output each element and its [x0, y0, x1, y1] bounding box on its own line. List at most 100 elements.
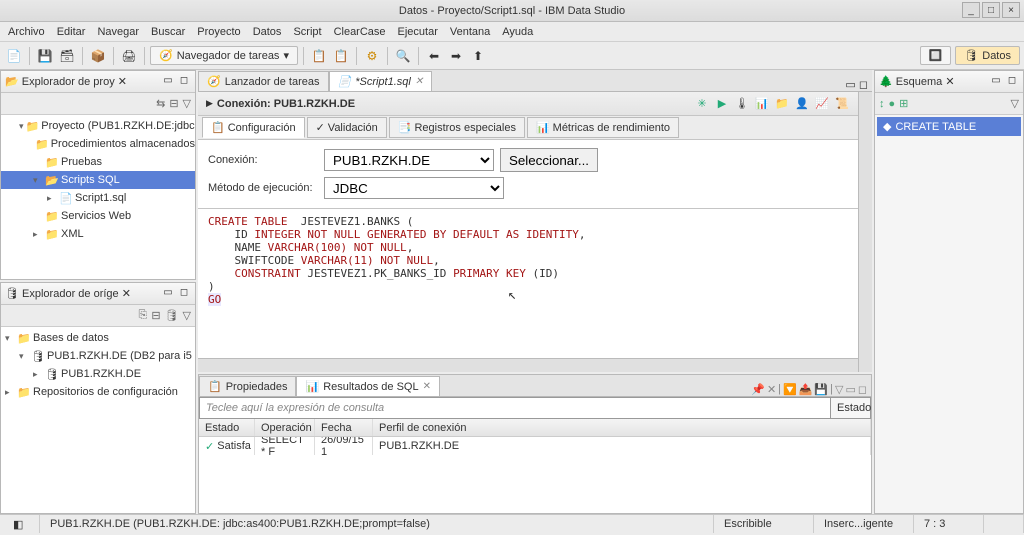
tree-item[interactable]: ▸🛢PUB1.RZKH.DE — [1, 365, 195, 383]
maximize-editor-icon[interactable]: ◻ — [859, 79, 868, 91]
task-navigator-button[interactable]: 🧭Navegador de tareas▾ — [150, 46, 298, 65]
tree-item[interactable]: ▸📄Script1.sql — [1, 189, 195, 207]
menu-buscar[interactable]: Buscar — [151, 26, 185, 38]
minimize-button[interactable]: _ — [962, 2, 980, 18]
ds-menu-icon[interactable]: ▽ — [183, 309, 191, 322]
connection-select[interactable]: PUB1.RZKH.DE — [324, 149, 494, 171]
maximize-button[interactable]: □ — [982, 2, 1000, 18]
close-tab-icon[interactable]: ✕ — [415, 76, 423, 87]
run-sql-icon[interactable]: ▶ — [714, 96, 730, 112]
minimize-view-icon[interactable]: ▭ — [161, 75, 175, 89]
close-view-icon[interactable]: ✕ — [122, 287, 131, 300]
tab-task-launcher[interactable]: 🧭Lanzador de tareas — [198, 71, 329, 91]
vertical-scrollbar[interactable] — [858, 92, 872, 372]
close-tab-icon[interactable]: ✕ — [423, 381, 431, 392]
tool-icon-2[interactable]: 📋 — [331, 46, 351, 66]
menu-script[interactable]: Script — [293, 26, 321, 38]
subtab-metrics[interactable]: 📊Métricas de rendimiento — [527, 117, 679, 138]
minimize-view-icon[interactable]: ▭ — [161, 287, 175, 301]
query-filter-input[interactable]: Teclee aquí la expresión de consulta — [199, 397, 831, 419]
horizontal-scrollbar[interactable] — [198, 358, 858, 372]
minimize-result-icon[interactable]: ▭ — [845, 383, 855, 396]
nav-up-icon[interactable]: ⬆ — [468, 46, 488, 66]
deploy-icon[interactable]: 📦 — [88, 46, 108, 66]
search-icon[interactable]: 🔍 — [393, 46, 413, 66]
select-connection-button[interactable]: Seleccionar... — [500, 148, 598, 172]
schema-tool-3-icon[interactable]: ⊞ — [899, 97, 908, 110]
tree-item[interactable]: 📁Servicios Web — [1, 207, 195, 225]
schema-tool-1-icon[interactable]: ↕ — [879, 98, 885, 110]
col-operacion[interactable]: Operación — [255, 419, 315, 436]
sql-editor[interactable]: CREATE TABLE JESTEVEZ1.BANKS ( ID INTEGE… — [198, 209, 858, 358]
menu-editar[interactable]: Editar — [57, 26, 86, 38]
results-table[interactable]: Estado Operación Fecha Perfil de conexió… — [199, 419, 871, 513]
nav-back-icon[interactable]: ⬅ — [424, 46, 444, 66]
tab-properties[interactable]: 📋Propiedades — [199, 376, 296, 396]
datasource-tree[interactable]: ▾📁Bases de datos▾🛢PUB1.RZKH.DE (DB2 para… — [1, 327, 195, 513]
ds-tool-icon-2[interactable]: ⊟ — [151, 309, 160, 322]
datos-perspective-button[interactable]: 🛢Datos — [955, 46, 1020, 65]
tree-item[interactable]: ▾🛢PUB1.RZKH.DE (DB2 para i5 — [1, 347, 195, 365]
col-estado[interactable]: Estado — [199, 419, 255, 436]
ds-tool-icon-3[interactable]: 🛢 — [165, 309, 179, 322]
perspective-switch-button[interactable]: 🔲 — [920, 46, 952, 65]
maximize-result-icon[interactable]: ◻ — [858, 383, 867, 396]
connection-bar[interactable]: ▶ Conexión: PUB1.RZKH.DE ✳ ▶ 🌡 📊 📁 👤 📈 📜 — [198, 92, 858, 116]
printer-icon[interactable]: 🖨 — [119, 46, 139, 66]
tree-item[interactable]: 📁Pruebas — [1, 153, 195, 171]
maximize-view-icon[interactable]: ◻ — [1005, 75, 1019, 89]
close-button[interactable]: × — [1002, 2, 1020, 18]
minimize-editor-icon[interactable]: ▭ — [845, 79, 855, 91]
result-menu-icon[interactable]: ▽ — [835, 383, 843, 396]
menu-clearcase[interactable]: ClearCase — [334, 26, 386, 38]
clear-icon[interactable]: ✕ — [767, 383, 776, 396]
menu-datos[interactable]: Datos — [253, 26, 282, 38]
view-menu-icon[interactable]: ▽ — [183, 97, 191, 110]
tree-item[interactable]: ▸📁XML — [1, 225, 195, 243]
new-icon[interactable]: 📄 — [4, 46, 24, 66]
maximize-view-icon[interactable]: ◻ — [177, 75, 191, 89]
menu-ejecutar[interactable]: Ejecutar — [398, 26, 438, 38]
ds-tool-icon-1[interactable]: ⎘ — [139, 309, 148, 322]
menu-proyecto[interactable]: Proyecto — [197, 26, 240, 38]
tool-icon-1[interactable]: 📋 — [309, 46, 329, 66]
filter-icon[interactable]: 🔽 — [783, 383, 797, 396]
collapse-all-icon[interactable]: ⇆ — [156, 97, 165, 110]
state-tab[interactable]: Estado — [831, 397, 871, 419]
save-icon[interactable]: 💾 — [35, 46, 55, 66]
menu-ventana[interactable]: Ventana — [450, 26, 490, 38]
minimize-view-icon[interactable]: ▭ — [989, 75, 1003, 89]
menu-archivo[interactable]: Archivo — [8, 26, 45, 38]
tree-item[interactable]: ▾📁Bases de datos — [1, 329, 195, 347]
tool-scroll-icon[interactable]: 📜 — [834, 96, 850, 112]
tool-stack-icon[interactable]: 📊 — [754, 96, 770, 112]
tree-item[interactable]: ▸📁Repositorios de configuración — [1, 383, 195, 401]
close-view-icon[interactable]: ✕ — [118, 75, 127, 88]
subtab-registers[interactable]: 📑Registros especiales — [389, 117, 525, 138]
nav-fwd-icon[interactable]: ➡ — [446, 46, 466, 66]
subtab-config[interactable]: 📋Configuración — [202, 117, 305, 138]
run-icon[interactable]: ⚙ — [362, 46, 382, 66]
tab-script1[interactable]: 📄*Script1.sql✕ — [329, 71, 433, 91]
export-icon[interactable]: 📤 — [799, 383, 813, 396]
save-result-icon[interactable]: 💾 — [814, 383, 828, 396]
save-all-icon[interactable]: 🗃 — [57, 46, 77, 66]
pin-icon[interactable]: 📌 — [751, 383, 765, 396]
tool-folder-icon[interactable]: 📁 — [774, 96, 790, 112]
tool-person-icon[interactable]: 👤 — [794, 96, 810, 112]
link-editor-icon[interactable]: ⊟ — [169, 97, 178, 110]
maximize-view-icon[interactable]: ◻ — [177, 287, 191, 301]
gear-icon[interactable]: ✳ — [694, 96, 710, 112]
subtab-validation[interactable]: ✓Validación — [307, 117, 387, 138]
tool-thermometer-icon[interactable]: 🌡 — [734, 96, 750, 112]
close-view-icon[interactable]: ✕ — [945, 75, 954, 88]
col-fecha[interactable]: Fecha — [315, 419, 373, 436]
schema-tool-2-icon[interactable]: ● — [889, 98, 896, 110]
table-row[interactable]: ✓ Satisfa SELECT * F 26/09/15 1 PUB1.RZK… — [199, 437, 871, 455]
exec-method-select[interactable]: JDBC — [324, 177, 504, 199]
expand-arrow-icon[interactable]: ▶ — [206, 98, 213, 109]
tree-item[interactable]: ▾📁Proyecto (PUB1.RZKH.DE:jdbc: — [1, 117, 195, 135]
tree-item[interactable]: ▾📂Scripts SQL — [1, 171, 195, 189]
menu-ayuda[interactable]: Ayuda — [502, 26, 533, 38]
menu-navegar[interactable]: Navegar — [97, 26, 139, 38]
